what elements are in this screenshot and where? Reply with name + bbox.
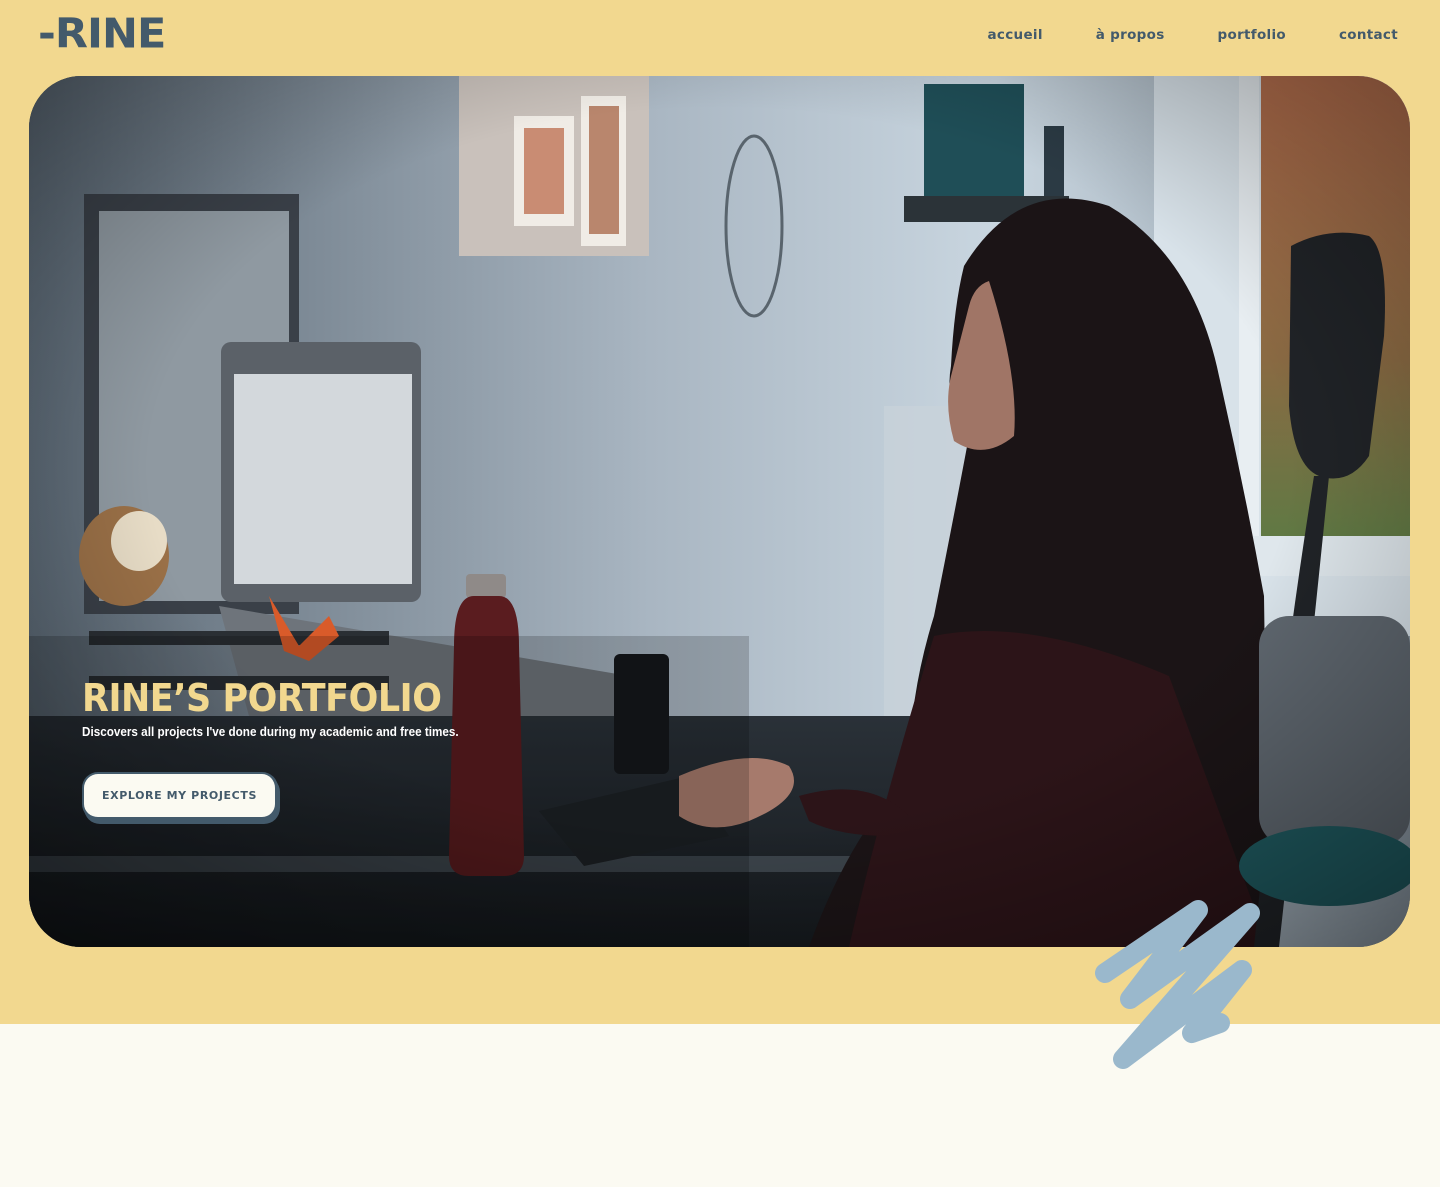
nav-link-a-propos[interactable]: à propos xyxy=(1096,27,1165,43)
main-nav: accueil à propos portfolio contact xyxy=(988,27,1398,43)
nav-link-accueil[interactable]: accueil xyxy=(988,27,1043,43)
page: -RINE accueil à propos portfolio contact xyxy=(0,0,1440,1187)
site-logo[interactable]: -RINE xyxy=(38,14,166,55)
hero-banner: RINE’S PORTFOLIO Discovers all projects … xyxy=(29,76,1410,947)
nav-link-contact[interactable]: contact xyxy=(1339,27,1398,43)
hero-title: RINE’S PORTFOLIO xyxy=(82,676,442,720)
nav-link-portfolio[interactable]: portfolio xyxy=(1218,27,1286,43)
hero-subtitle: Discovers all projects I've done during … xyxy=(82,724,459,739)
explore-projects-button[interactable]: EXPLORE MY PROJECTS xyxy=(82,772,278,820)
explore-projects-label: EXPLORE MY PROJECTS xyxy=(102,789,257,802)
scribble-decoration-icon xyxy=(1095,900,1260,1069)
